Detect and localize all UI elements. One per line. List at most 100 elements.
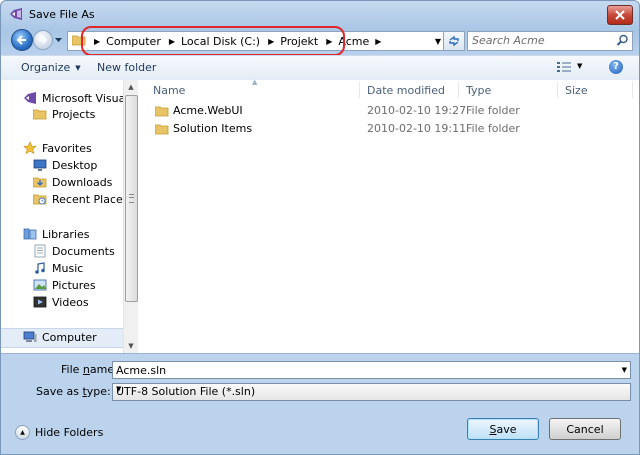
- chevron-down-icon[interactable]: ▼: [116, 385, 627, 393]
- save-as-type-select[interactable]: UTF-8 Solution File (*.sln) ▼: [112, 383, 631, 401]
- new-folder-button[interactable]: New folder: [97, 61, 156, 74]
- column-type[interactable]: Type: [466, 80, 491, 100]
- save-button[interactable]: Save: [467, 418, 539, 440]
- breadcrumb-item[interactable]: ▶ Acme ▶: [322, 32, 385, 50]
- folder-icon: [33, 109, 47, 120]
- navigation-pane: Microsoft Visual StProjects FavoritesDesk…: [1, 80, 123, 353]
- chevron-right-icon[interactable]: ▶: [169, 37, 175, 46]
- grip-icon: [129, 194, 134, 203]
- nav-item-pictures[interactable]: Pictures: [1, 277, 96, 293]
- recent-pages-dropdown-icon[interactable]: [54, 35, 63, 44]
- nav-item-libraries[interactable]: Libraries: [1, 226, 90, 242]
- folder-icon: [155, 106, 169, 116]
- folder-icon: [72, 35, 86, 46]
- address-bar[interactable]: ▶ Computer ▶ Local Disk (C:) ▶ Projekt ▶ Acm…: [67, 31, 444, 51]
- chevron-right-icon[interactable]: ▶: [268, 37, 274, 46]
- chevron-down-icon[interactable]: ▼: [435, 37, 441, 46]
- file-row[interactable]: Acme.WebUI 2010-02-10 19:27 File folder: [138, 102, 639, 120]
- date-modified-cell: 2010-02-10 19:27: [367, 104, 467, 117]
- refresh-button[interactable]: [443, 31, 465, 51]
- computer-icon: [23, 331, 37, 342]
- chevron-up-icon: ▲: [15, 425, 30, 440]
- column-divider[interactable]: [557, 82, 558, 98]
- nav-item-computer[interactable]: Computer: [1, 329, 97, 345]
- breadcrumb-item[interactable]: ▶ Local Disk (C:): [165, 32, 264, 50]
- search-icon[interactable]: [616, 34, 629, 47]
- save-as-type-label: Save as type:: [36, 385, 111, 398]
- close-button[interactable]: [607, 5, 633, 25]
- nav-item-downloads[interactable]: Downloads: [1, 174, 112, 190]
- file-name-input[interactable]: [116, 363, 596, 377]
- close-icon: [615, 10, 625, 20]
- file-row[interactable]: Solution Items 2010-02-10 19:11 File folde…: [138, 120, 639, 138]
- scroll-down-icon[interactable]: ▼: [124, 339, 138, 353]
- column-date-modified[interactable]: Date modified: [367, 80, 445, 100]
- help-icon[interactable]: ?: [609, 60, 623, 74]
- nav-item-documents[interactable]: Documents: [1, 243, 115, 259]
- search-box[interactable]: [467, 31, 633, 51]
- sort-ascending-icon: ▲: [252, 78, 258, 86]
- visual-studio-icon: [24, 92, 36, 104]
- pictures-icon: [33, 279, 47, 291]
- folder-icon: [155, 124, 169, 134]
- breadcrumb-item[interactable]: ▶ Computer: [90, 32, 165, 50]
- column-divider[interactable]: [632, 82, 633, 98]
- command-toolbar: Organize ▼ New folder ▼ ?: [1, 55, 639, 81]
- file-list: Name ▲ Date modified Type Size Acme.WebU…: [138, 78, 639, 353]
- scroll-up-icon[interactable]: ▲: [124, 80, 138, 94]
- nav-item-desktop[interactable]: Desktop: [1, 157, 97, 173]
- file-name-label: File name:: [61, 363, 118, 376]
- star-icon: [23, 141, 37, 155]
- navigation-bar: ▶ Computer ▶ Local Disk (C:) ▶ Projekt ▶ Acm…: [1, 29, 639, 51]
- scroll-thumb[interactable]: [125, 95, 138, 302]
- nav-scrollbar[interactable]: ▲ ▼: [123, 80, 138, 353]
- visual-studio-icon: [10, 8, 22, 20]
- chevron-right-icon[interactable]: ▶: [326, 37, 332, 46]
- file-name-combobox[interactable]: ▼: [112, 361, 631, 379]
- nav-item-favorites[interactable]: Favorites: [1, 140, 92, 156]
- search-input[interactable]: [472, 33, 606, 47]
- documents-icon: [34, 244, 46, 258]
- title-bar: Save File As: [1, 1, 639, 29]
- type-cell: File folder: [466, 122, 520, 135]
- nav-item-microsoft-visual-st[interactable]: Microsoft Visual St: [1, 90, 123, 106]
- videos-icon: [33, 296, 47, 308]
- forward-button[interactable]: [33, 30, 53, 50]
- hide-folders-button[interactable]: ▲ Hide Folders: [15, 425, 103, 440]
- file-name-cell: Solution Items: [155, 122, 252, 135]
- cancel-button[interactable]: Cancel: [549, 418, 621, 440]
- nav-item-music[interactable]: Music: [1, 260, 83, 276]
- recent-places-icon: [33, 194, 47, 205]
- breadcrumb-item[interactable]: ▶ Projekt: [264, 32, 322, 50]
- column-name[interactable]: Name: [153, 80, 185, 100]
- chevron-right-icon[interactable]: ▶: [375, 37, 381, 46]
- arrow-right-icon: [39, 36, 48, 44]
- nav-item-recent-places[interactable]: Recent Places: [1, 191, 123, 207]
- nav-item-projects[interactable]: Projects: [1, 106, 95, 122]
- divider: [1, 353, 639, 354]
- file-name-cell: Acme.WebUI: [155, 104, 243, 117]
- arrow-left-icon: [16, 35, 26, 45]
- downloads-icon: [33, 177, 47, 188]
- views-icon[interactable]: [557, 62, 571, 72]
- refresh-icon: [449, 35, 459, 47]
- chevron-right-icon[interactable]: ▶: [94, 37, 100, 46]
- column-divider[interactable]: [359, 82, 360, 98]
- chevron-down-icon[interactable]: ▼: [577, 62, 582, 70]
- save-file-as-dialog: Save File As ▶ Computer ▶ Local Disk (C:) …: [0, 0, 640, 455]
- column-divider[interactable]: [458, 82, 459, 98]
- type-cell: File folder: [466, 104, 520, 117]
- music-icon: [35, 262, 45, 274]
- date-modified-cell: 2010-02-10 19:11: [367, 122, 467, 135]
- desktop-icon: [33, 159, 47, 171]
- breadcrumb: ▶ Computer ▶ Local Disk (C:) ▶ Projekt ▶ Acm…: [90, 32, 385, 50]
- column-size[interactable]: Size: [565, 80, 588, 100]
- back-button[interactable]: [11, 29, 33, 51]
- organize-button[interactable]: Organize ▼: [21, 61, 81, 74]
- chevron-down-icon[interactable]: ▼: [622, 366, 627, 374]
- libraries-icon: [23, 228, 37, 240]
- chevron-down-icon: ▼: [75, 63, 81, 72]
- browser-panes: Microsoft Visual StProjects FavoritesDesk…: [1, 78, 639, 353]
- nav-item-videos[interactable]: Videos: [1, 294, 89, 310]
- window-title: Save File As: [29, 8, 95, 21]
